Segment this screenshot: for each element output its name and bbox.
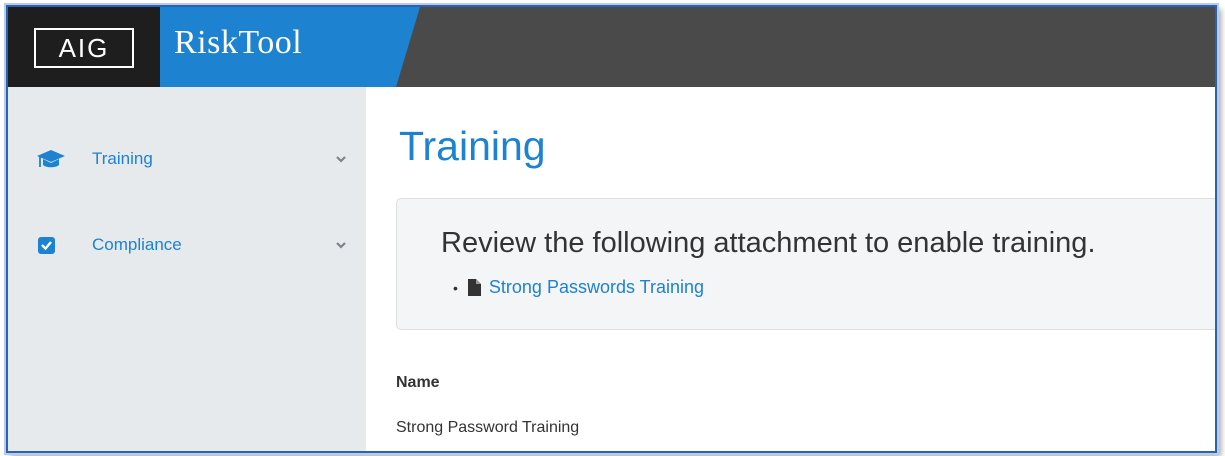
top-bar: AIG RiskTool [8, 7, 1215, 87]
attachment-item: • Strong Passwords Training [453, 277, 704, 298]
main-content: Training Review the following attachment… [366, 87, 1215, 451]
product-name[interactable]: RiskTool [174, 24, 302, 62]
file-icon [467, 279, 481, 296]
chevron-down-icon[interactable] [335, 240, 347, 250]
notice-text: Review the following attachment to enabl… [441, 227, 1096, 259]
sidebar: Training Compliance [8, 87, 366, 451]
name-label: Name [396, 374, 440, 391]
sidebar-item-label: Training [92, 149, 153, 168]
name-value: Strong Password Training [396, 419, 580, 436]
attachment-link[interactable]: Strong Passwords Training [489, 277, 704, 298]
brand-area: AIG RiskTool [8, 7, 420, 87]
graduation-cap-icon [37, 150, 65, 168]
page-title: Training [399, 123, 546, 169]
bullet: • [453, 279, 458, 296]
sidebar-item-training[interactable]: Training [8, 139, 366, 179]
attachment-notice: Review the following attachment to enabl… [396, 198, 1215, 330]
chevron-down-icon[interactable] [335, 154, 347, 164]
checkbox-checked-icon [38, 237, 55, 254]
aig-logo[interactable]: AIG [34, 28, 134, 68]
sidebar-item-label: Compliance [92, 235, 182, 254]
app-window: AIG RiskTool Training Compliance Trainin… [6, 5, 1217, 453]
sidebar-item-compliance[interactable]: Compliance [8, 225, 366, 265]
